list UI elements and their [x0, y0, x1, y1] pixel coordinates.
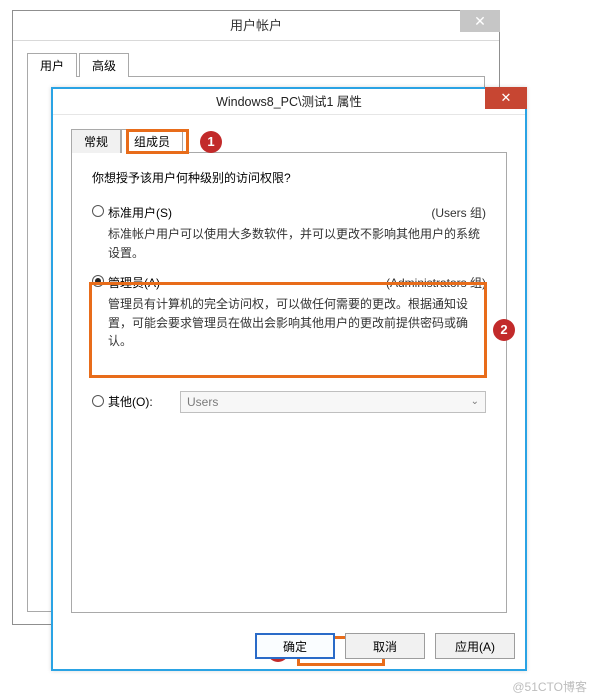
option-administrator[interactable]: 管理员(A) (Administrators 组) 管理员有计算机的完全访问权，…: [92, 274, 486, 351]
admin-desc: 管理员有计算机的完全访问权，可以做任何需要的更改。根据通知设置，可能会要求管理员…: [108, 295, 486, 351]
admin-group: (Administrators 组): [386, 274, 486, 291]
standard-user-desc: 标准帐户用户可以使用大多数软件，并可以更改不影响其他用户的系统设置。: [108, 225, 486, 262]
tab-advanced[interactable]: 高级: [79, 53, 129, 77]
access-question: 你想授予该用户何种级别的访问权限?: [92, 169, 486, 186]
properties-titlebar: Windows8_PC\测试1 属性 ✕: [53, 89, 525, 115]
close-icon[interactable]: ✕: [485, 87, 527, 109]
watermark: @51CTO博客: [512, 678, 587, 695]
other-group-select[interactable]: Users ⌄: [180, 391, 486, 413]
radio-admin[interactable]: [92, 275, 104, 287]
membership-panel: 你想授予该用户何种级别的访问权限? 标准用户(S) (Users 组) 标准帐户…: [71, 153, 507, 613]
properties-tabs: 常规 组成员: [71, 129, 507, 153]
chevron-down-icon: ⌄: [471, 396, 479, 407]
radio-other[interactable]: [92, 395, 104, 407]
cancel-button[interactable]: 取消: [345, 633, 425, 659]
user-accounts-title: 用户帐户: [230, 18, 282, 33]
tab-general[interactable]: 常规: [71, 129, 121, 153]
standard-user-label: 标准用户(S): [108, 204, 172, 221]
other-select-value: Users: [187, 395, 218, 409]
admin-label: 管理员(A): [108, 274, 160, 291]
option-standard-user[interactable]: 标准用户(S) (Users 组) 标准帐户用户可以使用大多数软件，并可以更改不…: [92, 204, 486, 262]
option-other[interactable]: 其他(O): Users ⌄: [92, 391, 486, 413]
other-label: 其他(O):: [108, 393, 180, 410]
tab-users[interactable]: 用户: [27, 53, 77, 77]
properties-title: Windows8_PC\测试1 属性: [216, 95, 362, 109]
close-icon[interactable]: ✕: [460, 10, 500, 32]
user-accounts-tabs: 用户 高级: [27, 53, 485, 77]
radio-standard[interactable]: [92, 205, 104, 217]
user-accounts-titlebar: 用户帐户 ✕: [13, 11, 499, 41]
tab-membership[interactable]: 组成员: [121, 129, 183, 153]
ok-button[interactable]: 确定: [255, 633, 335, 659]
apply-button[interactable]: 应用(A): [435, 633, 515, 659]
standard-user-group: (Users 组): [431, 204, 486, 221]
properties-window: Windows8_PC\测试1 属性 ✕ 常规 组成员 你想授予该用户何种级别的…: [51, 87, 527, 671]
dialog-buttons: 确定 取消 应用(A): [255, 633, 515, 659]
